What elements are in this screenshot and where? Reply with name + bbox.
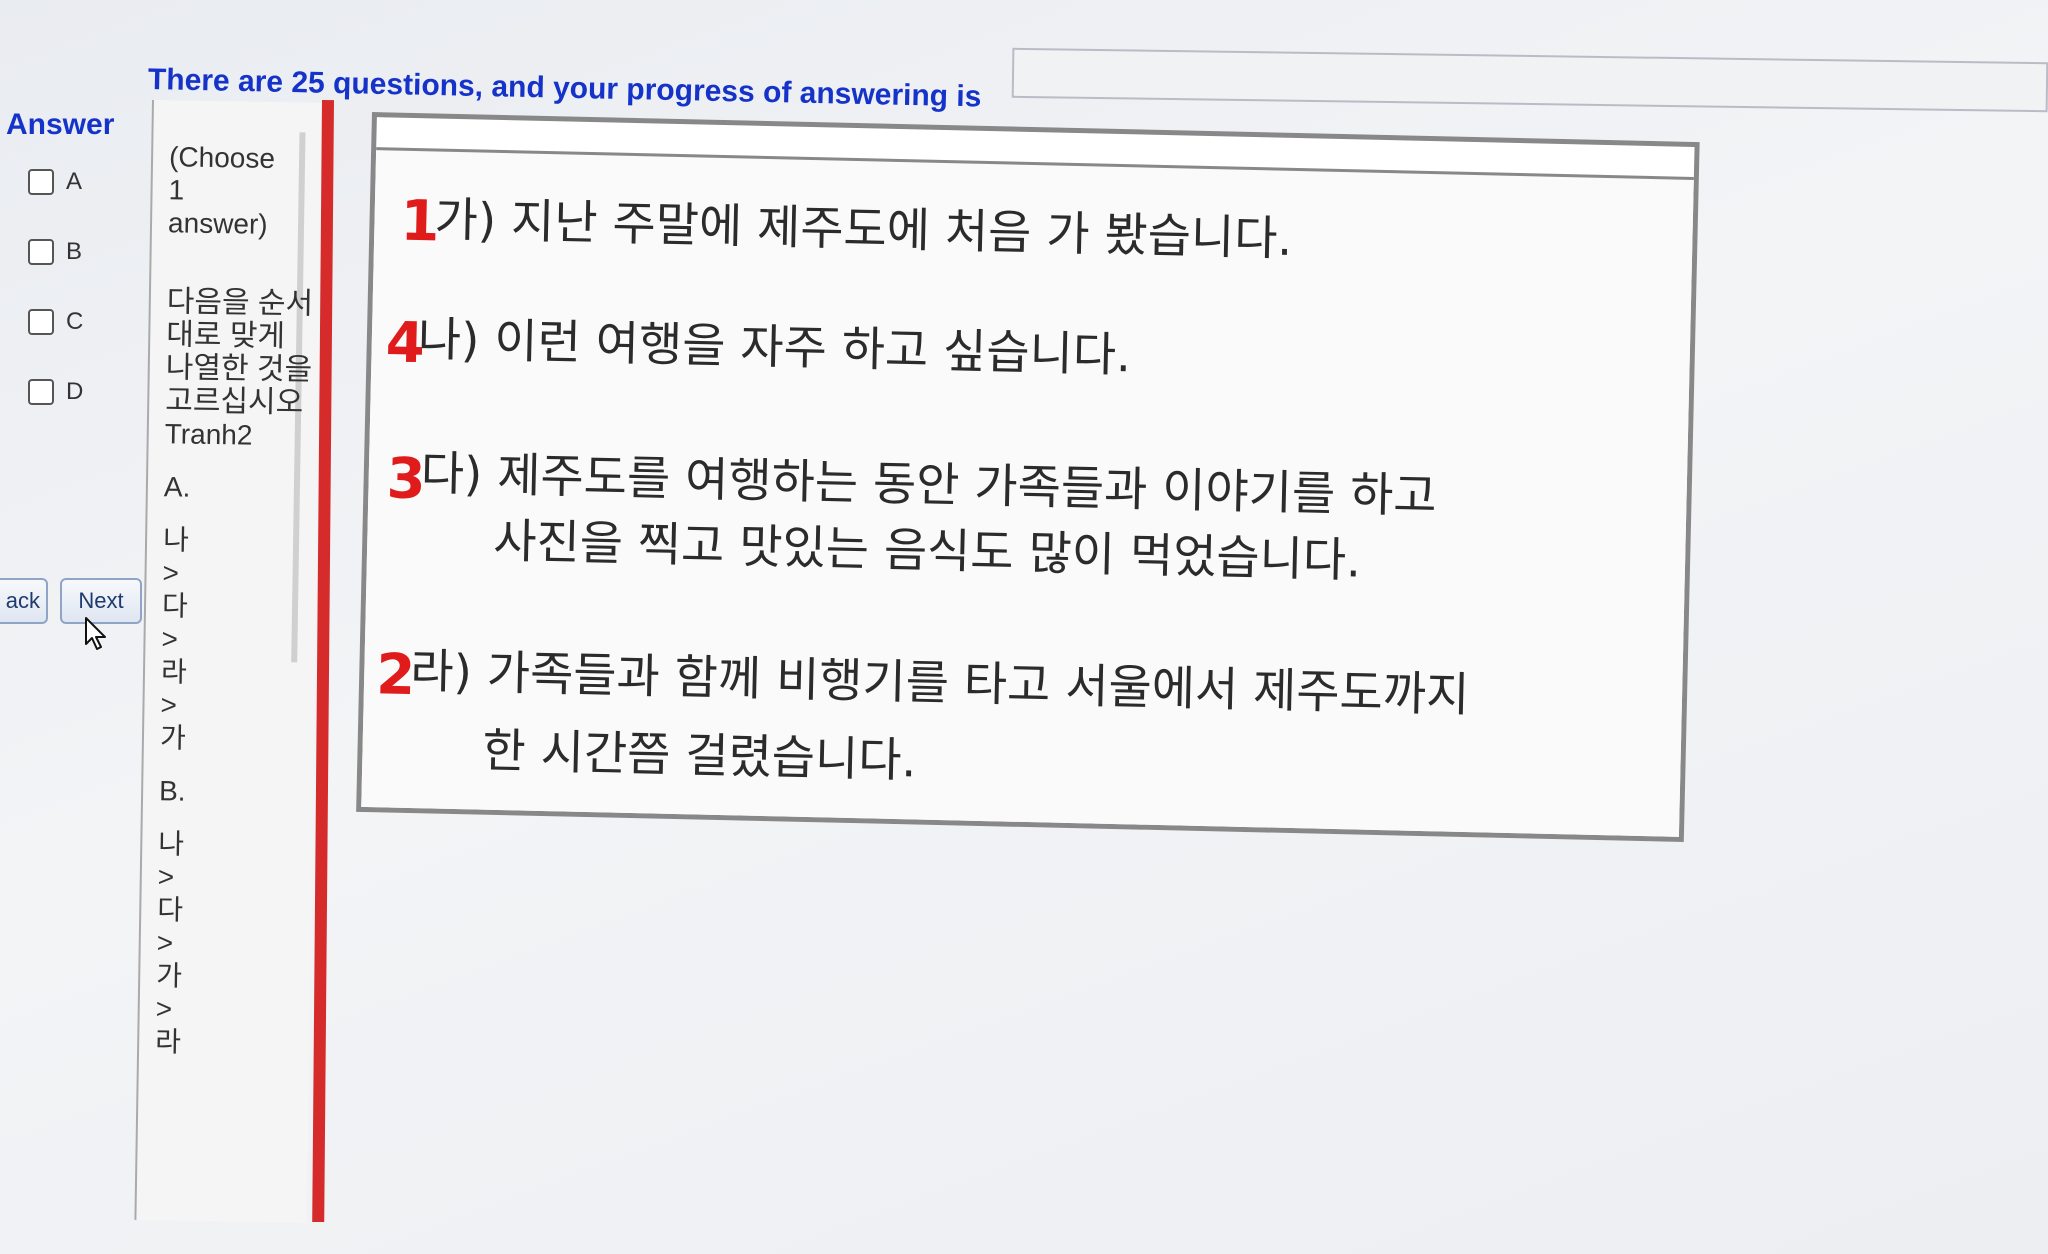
option-b-label: B. <box>158 775 186 807</box>
question-instruction: 다음을 순서대로 맞게 나열한 것을 고르십시오 <box>165 285 314 420</box>
sentence-na: 나) 이런 여행을 자주 하고 싶습니다. <box>417 312 1132 384</box>
mouse-cursor-icon <box>85 617 106 650</box>
answer-option-b[interactable]: B <box>28 238 82 266</box>
question-list-content: (Choose 1 answer) 다음을 순서대로 맞게 나열한 것을 고르십… <box>155 140 319 1060</box>
progress-header: There are 25 questions, and your progres… <box>148 40 2048 120</box>
nav-buttons: ack Next <box>0 578 142 624</box>
answer-option-a[interactable]: A <box>28 168 82 196</box>
sentence-ra: 라) 가족들과 함께 비행기를 타고 서울에서 제주도까지 <box>409 644 1470 724</box>
answer-option-label: C <box>66 308 84 335</box>
question-content: 1 가) 지난 주말에 제주도에 처음 가 봤습니다. 4 나) 이런 여행을 … <box>361 147 1694 837</box>
checkbox-c[interactable] <box>28 309 54 335</box>
option-b-sequence: 나 > 다 > 가 > 라 <box>154 828 185 1058</box>
answer-option-c[interactable]: C <box>28 308 83 336</box>
answer-option-d[interactable]: D <box>28 378 83 406</box>
answer-option-label: D <box>66 378 84 405</box>
choose-line-1: (Choose <box>168 141 276 174</box>
back-button[interactable]: ack <box>0 578 48 624</box>
checkbox-d[interactable] <box>28 379 54 405</box>
question-list-panel: (Choose 1 answer) 다음을 순서대로 맞게 나열한 것을 고르십… <box>134 100 324 1223</box>
option-a-label: A. <box>163 471 191 503</box>
answer-option-label: B <box>66 238 83 265</box>
image-reference: Tranh2 <box>164 418 253 451</box>
choose-line-3: answer) <box>167 207 268 240</box>
answer-option-label: A <box>66 168 83 195</box>
sentence-ra-line2: 한 시간쯤 걸렸습니다. <box>481 723 918 789</box>
answer-title: Answer <box>6 108 115 141</box>
sentence-ga: 가) 지난 주말에 제주도에 처음 가 봤습니다. <box>433 192 1293 267</box>
progress-fill <box>1013 49 1014 96</box>
option-a-sequence: 나 > 다 > 라 > 가 <box>159 524 190 754</box>
progress-bar <box>1011 47 2048 113</box>
checkbox-a[interactable] <box>28 169 54 195</box>
checkbox-b[interactable] <box>28 239 54 265</box>
choose-line-2: 1 <box>168 174 185 206</box>
question-content-frame: 1 가) 지난 주말에 제주도에 처음 가 봤습니다. 4 나) 이런 여행을 … <box>356 112 1700 842</box>
